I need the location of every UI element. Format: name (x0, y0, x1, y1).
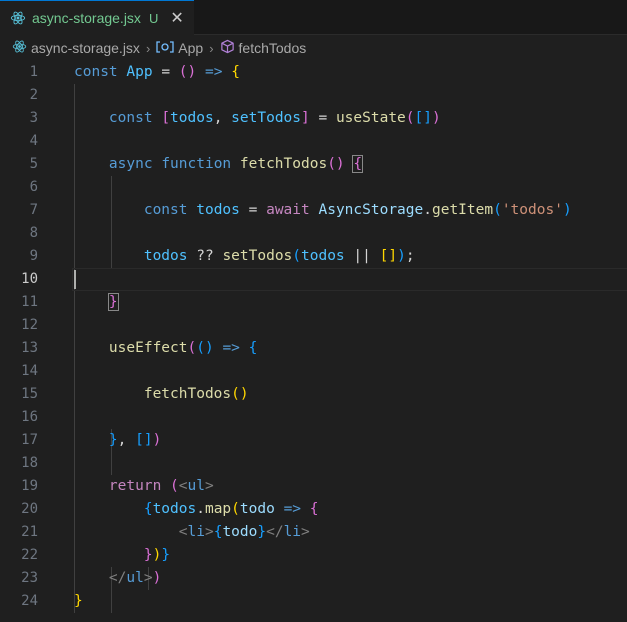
code-editor[interactable]: 1 2 3 4 5 6 7 8 9 10 11 12 13 14 15 16 1… (0, 61, 627, 622)
line-number: 17 (21, 432, 38, 448)
line-number: 24 (21, 593, 38, 609)
code-area[interactable]: const App = () => { const [todos, setTod… (72, 61, 627, 613)
react-icon (10, 10, 26, 26)
code-line-9: todos ?? setTodos(todos || []); (143, 248, 415, 264)
line-number: 12 (21, 317, 38, 333)
code-line-23: </ul>) (108, 570, 162, 586)
tab-async-storage[interactable]: async-storage.jsx U ✕ (0, 0, 194, 35)
tab-filename: async-storage.jsx (32, 10, 141, 26)
code-line-22: })} (143, 547, 171, 563)
breadcrumb-component-label: App (178, 40, 204, 56)
close-icon[interactable]: ✕ (170, 8, 183, 28)
breadcrumb: async-storage.jsx › App › fetchTodos (0, 35, 627, 61)
line-number: 11 (21, 294, 38, 310)
code-line-15: fetchTodos() (143, 386, 249, 402)
line-number: 1 (29, 64, 38, 80)
line-number: 20 (21, 501, 38, 517)
tab-bar: async-storage.jsx U ✕ (0, 0, 627, 35)
line-number: 21 (21, 524, 38, 540)
line-number-active: 10 (21, 271, 38, 287)
code-line-21: <li>{todo}</li> (178, 524, 310, 540)
breadcrumb-function[interactable]: fetchTodos (220, 39, 307, 57)
untracked-badge: U (148, 10, 159, 26)
code-line-10-current[interactable] (72, 268, 627, 291)
code-line-19: return (<ul> (108, 478, 214, 494)
line-number: 19 (21, 478, 38, 494)
chevron-right-icon: › (145, 40, 151, 56)
line-number: 16 (21, 409, 38, 425)
line-number: 5 (29, 156, 38, 172)
code-line-3: const [todos, setTodos] = useState([]) (108, 110, 441, 126)
line-number: 18 (21, 455, 38, 471)
line-number: 2 (29, 87, 38, 103)
line-number: 8 (29, 225, 38, 241)
code-line-1: const App = () => { (74, 64, 240, 80)
line-number: 4 (29, 133, 38, 149)
line-number: 13 (21, 340, 38, 356)
react-icon (12, 39, 27, 57)
line-number: 22 (21, 547, 38, 563)
line-number: 9 (29, 248, 38, 264)
method-cube-icon (220, 39, 235, 57)
code-line-11: } (107, 293, 119, 311)
code-line-7: const todos = await AsyncStorage.getItem… (143, 202, 572, 218)
text-cursor (74, 270, 76, 289)
code-line-17: }, []) (108, 432, 162, 448)
chevron-right-icon: › (209, 40, 214, 56)
code-line-5: async function fetchTodos() { (108, 155, 364, 173)
breadcrumb-file-label: async-storage.jsx (31, 40, 140, 56)
code-line-13: useEffect(() => { (108, 340, 258, 356)
breadcrumb-component[interactable]: App (156, 40, 203, 57)
line-number: 15 (21, 386, 38, 402)
line-number: 7 (29, 202, 38, 218)
code-line-20: {todos.map(todo => { (143, 501, 319, 517)
breadcrumb-file[interactable]: async-storage.jsx (12, 39, 140, 57)
code-line-24: } (74, 593, 83, 609)
line-number: 6 (29, 179, 38, 195)
line-number: 14 (21, 363, 38, 379)
breadcrumb-function-label: fetchTodos (238, 40, 307, 56)
variable-icon (156, 40, 174, 57)
line-number-gutter: 1 2 3 4 5 6 7 8 9 10 11 12 13 14 15 16 1… (0, 61, 50, 613)
line-number: 3 (29, 110, 38, 126)
line-number: 23 (21, 570, 38, 586)
